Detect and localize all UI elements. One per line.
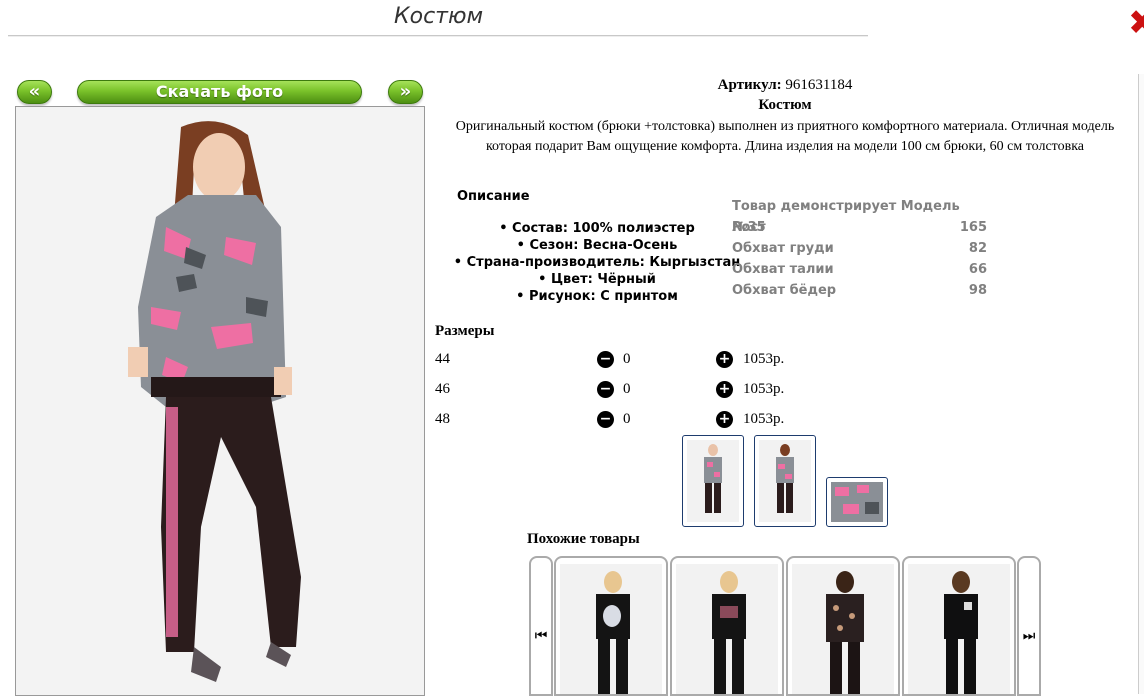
properties-title: Описание [457,189,530,204]
model-row-label: Обхват талии [732,262,834,277]
property-item: Цвет: Чёрный [432,271,762,288]
model-title-text: Товар демонстрирует Модель №35 [732,199,960,235]
photo-thumbnail[interactable] [754,435,816,527]
model-row-value: 165 [959,220,987,235]
size-label: 44 [435,351,450,367]
articul-label: Артикул: [717,77,782,93]
thumbnail-image [831,482,883,522]
size-label: 48 [435,411,450,427]
size-row: 46 − 0 + 1053р. [435,381,855,403]
model-row: Обхват груди 82 [732,238,987,259]
model-measurements: Товар демонстрирует Модель №35 Рост 165 … [732,196,987,301]
properties-list: Состав: 100% полиэстер Сезон: Весна-Осен… [432,220,762,305]
similar-product-image [792,564,894,694]
minus-circle-icon[interactable]: − [597,351,614,368]
model-row: Обхват бёдер 98 [732,280,987,301]
next-photo-button[interactable]: » [388,80,423,104]
plus-circle-icon[interactable]: + [716,351,733,368]
similar-product-image [676,564,778,694]
thumbnail-image [687,440,739,522]
similar-product-card[interactable] [902,556,1016,696]
photo-thumbnail[interactable] [682,435,744,527]
size-label: 46 [435,381,450,397]
size-quantity: 0 [623,351,631,367]
plus-circle-icon[interactable]: + [716,381,733,398]
prev-photo-button[interactable]: « [17,80,52,104]
model-title: Товар демонстрирует Модель №35 [732,196,987,235]
articul-line: Артикул: 961631184 [700,77,870,94]
model-row-label: Обхват груди [732,241,834,256]
property-item: Рисунок: С принтом [432,288,762,305]
size-price: 1053р. [743,381,785,397]
minus-circle-icon[interactable]: − [597,411,614,428]
size-quantity: 0 [623,381,631,397]
carousel-prev-icon[interactable]: ⏮ [529,556,553,696]
property-item: Страна-производитель: Кыргызстан [432,254,762,271]
model-row-label: Рост [732,220,766,235]
close-x-icon[interactable]: ✖ [1128,6,1144,40]
model-row: Обхват талии 66 [732,259,987,280]
similar-product-card[interactable] [786,556,900,696]
articul-value: 961631184 [785,77,853,93]
property-item: Сезон: Весна-Осень [432,237,762,254]
similar-product-image [908,564,1010,694]
sizes-title: Размеры [435,323,495,339]
model-row-value: 66 [968,262,987,277]
product-name: Костюм [758,97,812,113]
main-product-photo[interactable] [15,106,425,696]
vertical-scrollbar[interactable] [1138,74,1144,694]
carousel-next-icon[interactable]: ⏭ [1017,556,1041,696]
model-row-value: 98 [968,283,987,298]
thumbnail-image [759,440,811,522]
similar-product-image [560,564,662,694]
model-row: Рост 165 [732,217,987,238]
size-price: 1053р. [743,411,785,427]
title-divider [8,35,868,37]
property-item: Состав: 100% полиэстер [432,220,762,237]
minus-circle-icon[interactable]: − [597,381,614,398]
size-row: 48 − 0 + 1053р. [435,411,855,433]
model-row-value: 82 [968,241,987,256]
size-quantity: 0 [623,411,631,427]
size-row: 44 − 0 + 1053р. [435,351,855,373]
page-title: Костюм [394,4,484,29]
size-price: 1053р. [743,351,785,367]
similar-product-card[interactable] [670,556,784,696]
similar-product-card[interactable] [554,556,668,696]
download-photo-button[interactable]: Скачать фото [77,80,362,104]
similar-products-title: Похожие товары [527,531,640,547]
plus-circle-icon[interactable]: + [716,411,733,428]
photo-thumbnail[interactable] [826,477,888,527]
product-description: Оригинальный костюм (брюки +толстовка) в… [455,119,1115,154]
model-row-label: Обхват бёдер [732,283,837,298]
